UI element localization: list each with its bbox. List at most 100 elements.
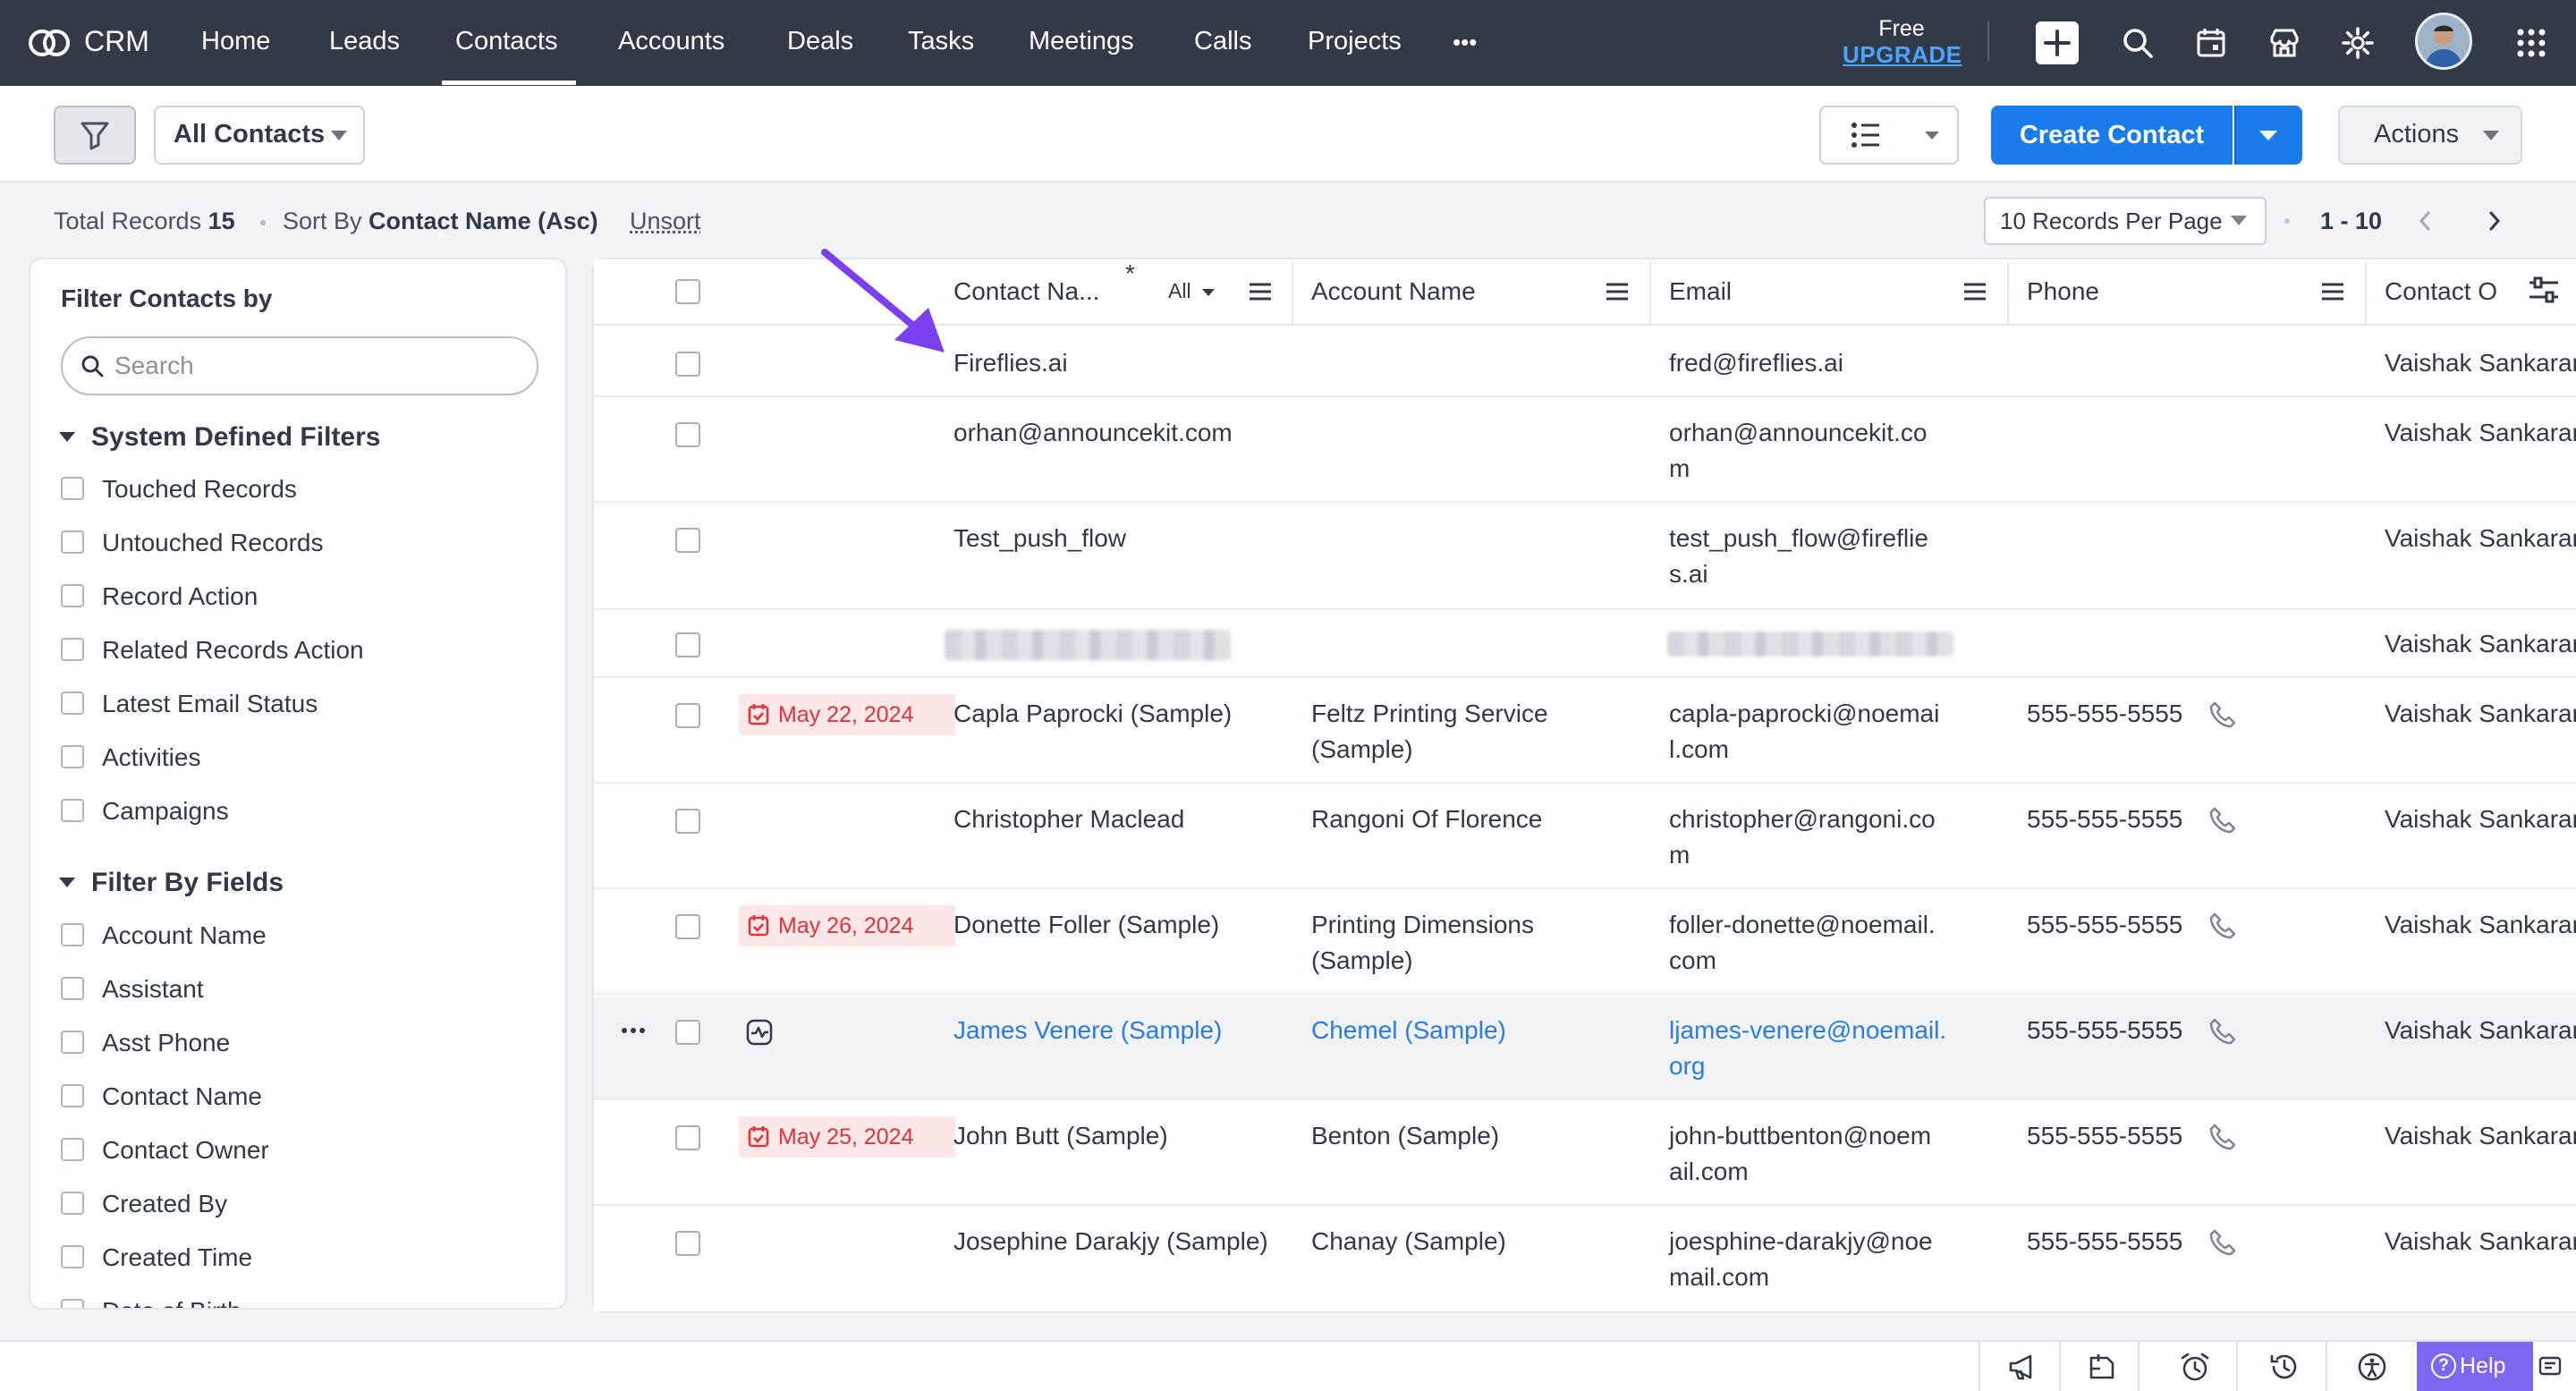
phone-cell[interactable]: 555-555-5555 <box>2027 1224 2182 1260</box>
nav-contacts[interactable]: Contacts <box>455 27 557 56</box>
app-name[interactable]: CRM <box>84 25 149 58</box>
nav-calls[interactable]: Calls <box>1194 27 1251 56</box>
column-header-contact-owner[interactable]: Contact O <box>2385 277 2497 306</box>
activity-date-badge[interactable]: May 26, 2024 <box>739 905 955 946</box>
row-checkbox[interactable] <box>675 809 700 834</box>
checkbox[interactable] <box>61 691 84 715</box>
column-menu-icon[interactable] <box>1962 281 1987 302</box>
account-name-cell[interactable]: Printing Dimensions (Sample) <box>1311 907 1534 979</box>
nav-more-button[interactable]: ••• <box>1453 29 1477 56</box>
row-checkbox[interactable] <box>675 422 700 447</box>
phone-cell[interactable]: 555-555-5555 <box>2027 802 2182 837</box>
checkbox[interactable] <box>61 530 84 554</box>
account-name-cell[interactable]: Feltz Printing Service (Sample) <box>1311 696 1548 768</box>
column-header-email[interactable]: Email <box>1669 277 1732 306</box>
select-all-checkbox[interactable] <box>675 279 700 304</box>
phone-call-icon[interactable] <box>2207 1227 2238 1258</box>
activity-status-icon[interactable] <box>744 1017 775 1047</box>
system-filters-heading[interactable]: System Defined Filters <box>91 422 380 453</box>
field-filters-heading[interactable]: Filter By Fields <box>91 868 284 898</box>
table-row[interactable] <box>594 612 2576 678</box>
contact-name-cell[interactable]: Fireflies.ai <box>953 345 1068 381</box>
nav-home[interactable]: Home <box>201 27 270 56</box>
app-launcher-grid-icon[interactable] <box>2513 25 2549 61</box>
checkbox[interactable] <box>61 1138 84 1161</box>
nav-tasks[interactable]: Tasks <box>908 27 974 56</box>
email-cell[interactable]: foller-donette@noemail. com <box>1669 907 1936 979</box>
phone-cell[interactable]: 555-555-5555 <box>2027 1013 2182 1048</box>
email-link[interactable]: ljames-venere@noemail. org <box>1669 1013 1946 1084</box>
phone-call-icon[interactable] <box>2207 1016 2238 1047</box>
collapse-caret-icon[interactable] <box>59 878 75 887</box>
contact-name-cell[interactable]: Donette Foller (Sample) <box>953 907 1219 943</box>
checkbox[interactable] <box>61 1084 84 1107</box>
column-divider[interactable] <box>1292 261 1293 324</box>
crm-logo-icon[interactable] <box>27 23 72 63</box>
nav-projects[interactable]: Projects <box>1308 27 1402 56</box>
nav-meetings[interactable]: Meetings <box>1029 27 1134 56</box>
row-more-options-icon[interactable] <box>617 1020 649 1041</box>
column-header-contact-name[interactable]: Contact Na... <box>953 277 1099 306</box>
phone-call-icon[interactable] <box>2207 805 2238 835</box>
table-row[interactable] <box>594 399 2576 503</box>
calendar-icon[interactable] <box>2193 25 2229 61</box>
column-header-account-name[interactable]: Account Name <box>1311 277 1476 306</box>
collapse-caret-icon[interactable] <box>59 432 75 442</box>
checkbox[interactable] <box>61 977 84 1000</box>
checkbox[interactable] <box>61 1192 84 1215</box>
list-view-switcher[interactable] <box>1819 106 1959 165</box>
previous-page-chevron-icon[interactable] <box>2415 208 2435 234</box>
contact-name-cell[interactable]: John Butt (Sample) <box>953 1118 1168 1154</box>
create-contact-button[interactable]: Create Contact <box>1991 106 2233 165</box>
column-settings-sliders-icon[interactable] <box>2526 274 2562 306</box>
user-avatar[interactable] <box>2415 13 2472 70</box>
contact-name-cell[interactable]: Capla Paprocki (Sample) <box>953 696 1232 732</box>
table-row-hovered[interactable] <box>594 997 2576 1100</box>
checkbox[interactable] <box>61 923 84 946</box>
row-checkbox[interactable] <box>675 1231 700 1256</box>
email-cell[interactable]: fred@fireflies.ai <box>1669 345 1843 381</box>
activity-date-badge[interactable]: May 25, 2024 <box>739 1116 955 1158</box>
column-divider[interactable] <box>2007 261 2009 324</box>
upgrade-link[interactable]: UPGRADE <box>1843 41 1962 69</box>
phone-cell[interactable]: 555-555-5555 <box>2027 696 2182 732</box>
create-options-dropdown[interactable] <box>2234 106 2302 165</box>
announcement-megaphone-icon[interactable] <box>2007 1351 2039 1383</box>
checkbox[interactable] <box>61 584 84 607</box>
email-cell[interactable]: christopher@rangoni.co m <box>1669 802 1936 873</box>
checkbox[interactable] <box>61 1245 84 1268</box>
checkbox[interactable] <box>61 1299 84 1308</box>
checkbox[interactable] <box>61 799 84 822</box>
activity-date-badge[interactable]: May 22, 2024 <box>739 694 955 735</box>
phone-cell[interactable]: 555-555-5555 <box>2027 907 2182 943</box>
help-button[interactable]: ? Help <box>2417 1342 2533 1391</box>
phone-call-icon[interactable] <box>2207 1122 2238 1152</box>
contact-filter-dropdown[interactable]: All <box>1168 279 1215 303</box>
contact-name-link[interactable]: James Venere (Sample) <box>953 1013 1222 1048</box>
email-cell[interactable]: orhan@announcekit.co m <box>1669 415 1927 487</box>
account-name-cell[interactable]: Rangoni Of Florence <box>1311 802 1542 837</box>
contact-name-cell[interactable]: Christopher Maclead <box>953 802 1184 837</box>
contact-name-cell[interactable]: orhan@announcekit.com <box>953 415 1233 451</box>
table-row[interactable] <box>594 785 2576 889</box>
reminder-alarm-icon[interactable] <box>2179 1351 2211 1383</box>
table-row[interactable] <box>594 505 2576 610</box>
nav-deals[interactable]: Deals <box>787 27 853 56</box>
row-checkbox[interactable] <box>675 1125 700 1150</box>
chat-window-icon[interactable] <box>2537 1353 2565 1381</box>
contact-name-cell[interactable]: Josephine Darakjy (Sample) <box>953 1224 1268 1260</box>
email-cell[interactable]: joesphine-darakjy@noe mail.com <box>1669 1224 1933 1295</box>
account-name-link[interactable]: Chemel (Sample) <box>1311 1013 1506 1048</box>
accessibility-icon[interactable] <box>2356 1351 2388 1383</box>
marketplace-icon[interactable] <box>2267 25 2302 61</box>
contact-name-cell[interactable]: Test_push_flow <box>953 521 1126 556</box>
nav-accounts[interactable]: Accounts <box>618 27 724 56</box>
email-cell[interactable]: test_push_flow@fireflie s.ai <box>1669 521 1928 592</box>
row-checkbox[interactable] <box>675 528 700 553</box>
row-checkbox[interactable] <box>675 914 700 939</box>
row-checkbox[interactable] <box>675 632 700 657</box>
unsort-link[interactable]: Unsort <box>630 208 701 235</box>
phone-call-icon[interactable] <box>2207 911 2238 941</box>
checkbox[interactable] <box>61 1031 84 1054</box>
recent-history-icon[interactable] <box>2268 1351 2301 1383</box>
